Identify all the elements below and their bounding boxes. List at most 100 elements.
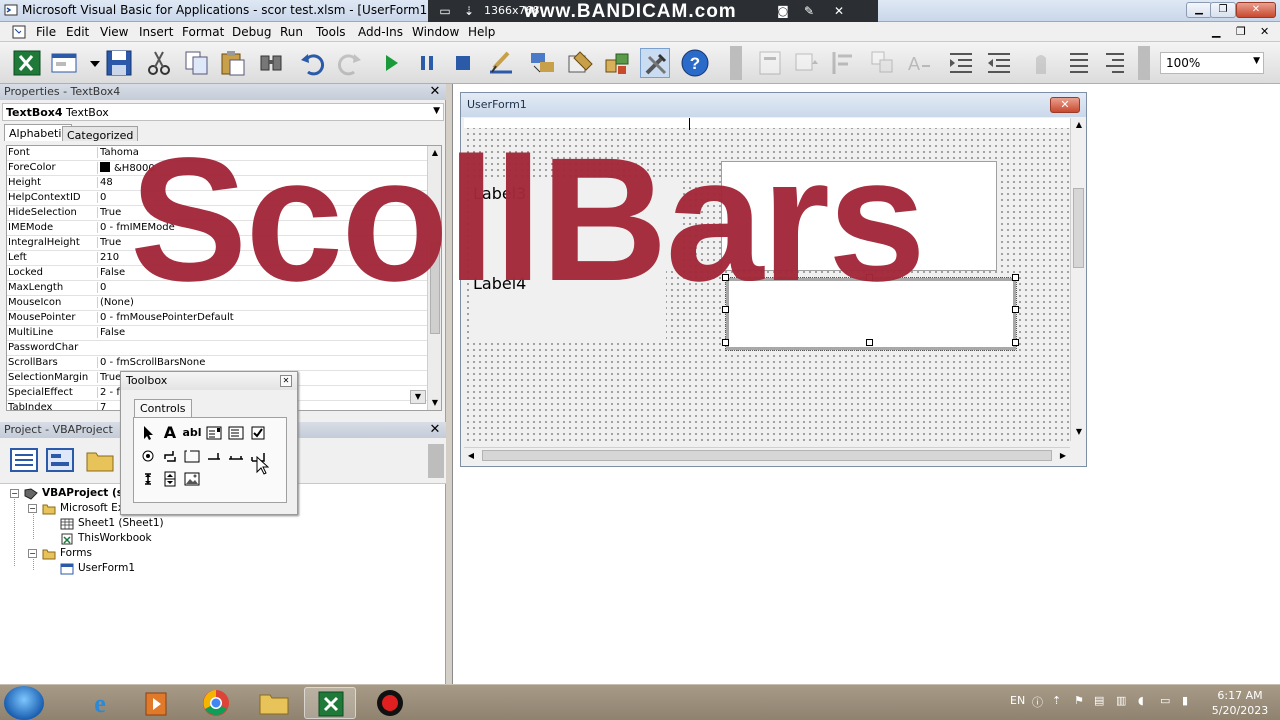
property-row[interactable]: MultiLine False xyxy=(7,326,429,341)
media-player-icon[interactable] xyxy=(130,687,182,719)
flag-tray-icon[interactable]: ⚑ xyxy=(1074,694,1084,707)
scrollbar-thumb[interactable] xyxy=(430,242,440,334)
copy-icon[interactable] xyxy=(182,48,212,78)
file-explorer-icon[interactable] xyxy=(248,687,300,719)
menu-edit[interactable]: Edit xyxy=(66,25,89,39)
bring-front-icon[interactable] xyxy=(792,48,822,78)
close-icon[interactable]: ✕ xyxy=(280,375,292,387)
comment-block-icon[interactable] xyxy=(1064,48,1094,78)
tab-controls[interactable]: Controls xyxy=(134,399,192,418)
resize-handle[interactable] xyxy=(1012,339,1019,346)
property-row[interactable]: Left 210 xyxy=(7,251,429,266)
save-icon[interactable] xyxy=(104,48,134,78)
dropdown-arrow-icon[interactable] xyxy=(80,48,100,78)
resize-handle[interactable] xyxy=(722,339,729,346)
resize-handle[interactable] xyxy=(866,339,873,346)
label-icon[interactable]: A xyxy=(160,423,180,443)
property-row[interactable]: HelpContextID 0 xyxy=(7,191,429,206)
property-row[interactable]: ScrollBars 0 - fmScrollBarsNone xyxy=(7,356,429,371)
help-tray-icon[interactable]: ⓘ xyxy=(1032,694,1043,710)
menu-tools[interactable]: Tools xyxy=(316,25,346,39)
listbox-icon[interactable] xyxy=(226,423,246,443)
menu-help[interactable]: Help xyxy=(468,25,495,39)
group-icon[interactable] xyxy=(868,48,898,78)
menu-view[interactable]: View xyxy=(100,25,128,39)
frame-icon[interactable] xyxy=(182,446,202,466)
mdi-close-button[interactable]: ✕ xyxy=(1260,25,1269,38)
label4-control[interactable]: Label4 xyxy=(471,270,666,340)
property-row[interactable]: Height 48 xyxy=(7,176,429,191)
zoom-select[interactable]: 100% ▼ xyxy=(1160,52,1264,74)
start-button-icon[interactable] xyxy=(4,686,44,720)
toolbox-icon[interactable] xyxy=(640,48,670,78)
property-row[interactable]: HideSelection True xyxy=(7,206,429,221)
restore-button[interactable]: ❐ xyxy=(1210,2,1236,18)
redo-icon[interactable] xyxy=(334,48,364,78)
indent-form-icon[interactable] xyxy=(756,48,786,78)
printer-tray-icon[interactable]: ▤ xyxy=(1094,694,1104,707)
property-row[interactable]: Font Tahoma xyxy=(7,146,429,161)
close-icon[interactable]: ✕ xyxy=(428,423,442,437)
excel-view-icon[interactable] xyxy=(12,48,42,78)
help-icon[interactable]: ? xyxy=(680,48,710,78)
tree-node-userform1[interactable]: UserForm1 xyxy=(78,562,135,574)
image-icon[interactable] xyxy=(182,469,202,489)
reset-icon[interactable] xyxy=(448,48,478,78)
align-icon[interactable] xyxy=(830,48,860,78)
view-object-icon[interactable] xyxy=(44,444,76,476)
checkbox-icon[interactable] xyxy=(248,423,268,443)
scroll-down-icon[interactable]: ▼ xyxy=(1072,425,1086,439)
project-explorer-icon[interactable] xyxy=(528,48,558,78)
tabstrip-icon[interactable] xyxy=(226,446,246,466)
tree-node-thisworkbook[interactable]: ThisWorkbook xyxy=(78,532,152,544)
close-icon[interactable]: ✕ xyxy=(1050,97,1080,113)
property-row[interactable]: MaxLength 0 xyxy=(7,281,429,296)
textbox-icon[interactable]: abl xyxy=(182,423,202,443)
menu-debug[interactable]: Debug xyxy=(232,25,271,39)
menu-run[interactable]: Run xyxy=(280,25,303,39)
userform-canvas[interactable]: Label3 Label4 xyxy=(464,118,1070,441)
combobox-icon[interactable] xyxy=(204,423,224,443)
scrollbar-thumb[interactable] xyxy=(1073,188,1084,268)
property-row[interactable]: PasswordChar xyxy=(7,341,429,356)
mdi-minimize-button[interactable]: ▁ xyxy=(1212,25,1220,38)
project-toolbar-overflow[interactable] xyxy=(428,444,444,478)
menu-file[interactable]: File xyxy=(36,25,56,39)
pointer-icon[interactable] xyxy=(138,423,158,443)
property-row[interactable]: ForeColor &H8000 xyxy=(7,161,429,176)
menu-insert[interactable]: Insert xyxy=(139,25,173,39)
scroll-up-icon[interactable]: ▲ xyxy=(1072,118,1086,132)
collapse-toggle[interactable]: − xyxy=(28,504,37,513)
network-tray-icon[interactable]: ▥ xyxy=(1116,694,1126,707)
collapse-toggle[interactable]: − xyxy=(10,489,19,498)
property-dropdown-button[interactable]: ▼ xyxy=(410,390,426,404)
toolbar-overflow-handle[interactable] xyxy=(730,46,742,80)
property-grid-scrollbar[interactable]: ▲ ▼ xyxy=(427,146,441,410)
up-arrow-tray-icon[interactable]: ⇡ xyxy=(1052,694,1061,707)
property-row[interactable]: MousePointer 0 - fmMousePointerDefault xyxy=(7,311,429,326)
resize-handle[interactable] xyxy=(866,274,873,281)
close-button[interactable]: ✕ xyxy=(1236,2,1276,18)
resize-handle[interactable] xyxy=(722,274,729,281)
find-icon[interactable] xyxy=(256,48,286,78)
signal-tray-icon[interactable]: ▮ xyxy=(1182,694,1188,707)
scroll-up-icon[interactable]: ▲ xyxy=(428,146,441,160)
optionbutton-icon[interactable] xyxy=(138,446,158,466)
collapse-toggle[interactable]: − xyxy=(28,549,37,558)
property-row[interactable]: IntegralHeight True xyxy=(7,236,429,251)
resize-handle[interactable] xyxy=(1012,306,1019,313)
run-icon[interactable] xyxy=(376,48,406,78)
toggle-folders-icon[interactable] xyxy=(84,444,116,476)
object-browser-icon[interactable] xyxy=(602,48,632,78)
label3-control[interactable]: Label3 xyxy=(471,178,681,270)
toggle-breakpoint-icon[interactable] xyxy=(1026,48,1056,78)
excel-icon[interactable] xyxy=(304,687,356,719)
menu-format[interactable]: Format xyxy=(182,25,224,39)
togglebutton-icon[interactable] xyxy=(160,446,180,466)
internet-explorer-icon[interactable]: e xyxy=(74,687,126,719)
form-horizontal-scrollbar[interactable]: ◀ ▶ xyxy=(464,447,1070,463)
cut-icon[interactable] xyxy=(144,48,174,78)
undo-icon[interactable] xyxy=(298,48,328,78)
spinbutton-icon[interactable] xyxy=(160,469,180,489)
tab-categorized[interactable]: Categorized xyxy=(62,126,139,142)
